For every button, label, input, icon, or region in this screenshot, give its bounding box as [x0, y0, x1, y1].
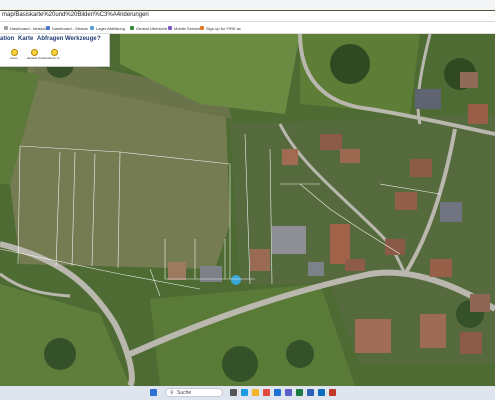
mail-icon[interactable]	[274, 389, 281, 396]
outlook-icon[interactable]	[318, 389, 325, 396]
building	[330, 224, 350, 264]
tab-navigation[interactable]: ation	[0, 36, 14, 42]
swimming-pool	[231, 275, 241, 285]
building	[200, 266, 222, 282]
tree-cluster	[222, 346, 258, 382]
bookmark-label: Sign up for FIRE ac	[206, 25, 241, 31]
bookmark-icon	[90, 26, 94, 30]
building	[345, 259, 365, 271]
bookmark-label: Geokat Übersicht	[136, 25, 167, 31]
building	[430, 259, 452, 277]
building	[415, 89, 441, 109]
taskbar-search[interactable]: ⚲ Suche	[165, 388, 223, 397]
bookmark-label: Lager Abbildung	[96, 25, 125, 31]
tree-cluster	[44, 338, 76, 370]
app-icon[interactable]	[329, 389, 336, 396]
building	[320, 134, 342, 150]
tab-help[interactable]: ?	[97, 36, 101, 42]
bookmark-item[interactable]: Geokat Übersicht	[130, 25, 167, 31]
map-view[interactable]	[0, 34, 495, 386]
tool-label: Zoom in	[48, 56, 60, 60]
building	[272, 226, 306, 254]
chrome-browser-icon[interactable]	[263, 389, 270, 396]
bookmark-icon	[200, 26, 204, 30]
bookmark-icon	[130, 26, 134, 30]
zoom-tool-button[interactable]: Zoom	[7, 49, 21, 60]
search-placeholder: Suche	[177, 390, 192, 396]
tab-karte[interactable]: Karte	[18, 36, 33, 42]
location-icon	[30, 49, 38, 56]
building	[470, 294, 490, 312]
building	[355, 319, 391, 353]
task-view-icon[interactable]	[230, 389, 237, 396]
bookmark-icon	[4, 26, 8, 30]
edge-browser-icon[interactable]	[241, 389, 248, 396]
tool-label: Zoom	[10, 56, 18, 60]
bookmark-item[interactable]: Dashboard - Stratus	[46, 25, 88, 31]
building	[395, 192, 417, 210]
file-explorer-icon[interactable]	[252, 389, 259, 396]
bookmark-icon	[46, 26, 50, 30]
bookmark-label: Mobile Service	[174, 25, 201, 31]
zoom-icon	[10, 49, 18, 56]
building	[460, 72, 478, 88]
building	[460, 332, 482, 354]
building	[282, 149, 298, 165]
building	[385, 239, 405, 255]
map-ribbon: ation Karte Abfragen Werkzeuge ? Zoom ak…	[0, 34, 110, 67]
bookmark-item[interactable]: Dashboard - tanssch	[4, 25, 47, 31]
building	[250, 249, 270, 271]
bookmark-label: Dashboard - tanssch	[10, 25, 47, 31]
building	[420, 314, 446, 348]
start-icon[interactable]	[150, 389, 157, 396]
current-position-button[interactable]: aktuelle Position	[27, 49, 49, 60]
bookmark-item[interactable]: Mobile Service	[168, 25, 200, 31]
building	[340, 149, 360, 163]
building	[168, 262, 186, 280]
building	[468, 104, 488, 124]
aerial-imagery[interactable]	[0, 34, 495, 386]
tool-label: aktuelle Position	[27, 56, 49, 60]
bookmark-item[interactable]: Lager Abbildung	[90, 25, 125, 31]
tree-cluster	[330, 44, 370, 84]
search-icon: ⚲	[170, 390, 174, 396]
bookmarks-bar: Dashboard - tanssch Dashboard - Stratus …	[0, 22, 495, 34]
zoom-in-icon	[50, 49, 58, 56]
building	[308, 262, 324, 276]
browser-top-strip	[0, 0, 495, 10]
zoom-in-button[interactable]: Zoom in	[47, 49, 61, 60]
bookmark-icon	[168, 26, 172, 30]
excel-icon[interactable]	[296, 389, 303, 396]
url-text: map/Basiskarte%20und%20Bilder/%C3%A4nder…	[2, 12, 149, 18]
building	[410, 159, 432, 177]
teams-icon[interactable]	[285, 389, 292, 396]
tab-abfragen[interactable]: Abfragen	[37, 36, 63, 42]
word-icon[interactable]	[307, 389, 314, 396]
bookmark-item[interactable]: Sign up for FIRE ac	[200, 25, 241, 31]
address-bar[interactable]: map/Basiskarte%20und%20Bilder/%C3%A4nder…	[0, 11, 495, 22]
tab-werkzeuge[interactable]: Werkzeuge	[65, 36, 97, 42]
bookmark-label: Dashboard - Stratus	[52, 25, 88, 31]
tree-cluster	[286, 340, 314, 368]
building	[440, 202, 462, 222]
